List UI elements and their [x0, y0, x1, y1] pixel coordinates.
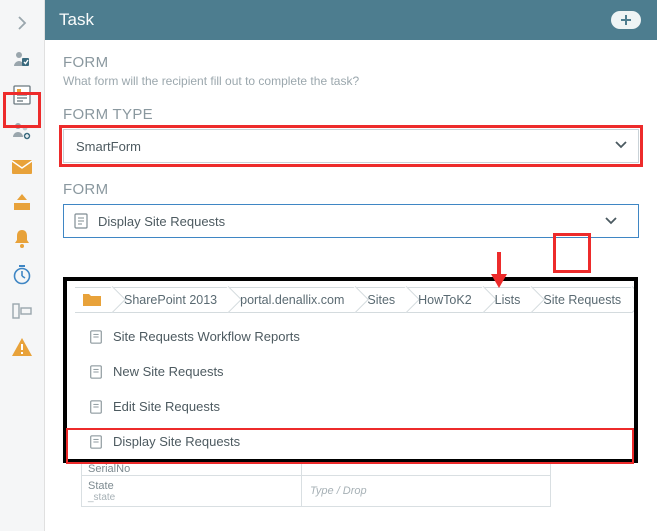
recipients-icon[interactable] [4, 114, 40, 148]
chevron-down-icon[interactable] [594, 204, 628, 238]
form-type-value: SmartForm [76, 139, 141, 154]
page-icon [89, 435, 103, 449]
timer-icon[interactable] [4, 258, 40, 292]
form-type-dropdown[interactable]: SmartForm [63, 129, 639, 163]
outbox-icon[interactable] [4, 186, 40, 220]
dropdown-item[interactable]: Site Requests Workflow Reports [67, 319, 634, 354]
page-icon [89, 400, 103, 414]
chevron-down-icon [614, 138, 628, 155]
add-button[interactable] [611, 11, 641, 29]
bell-icon[interactable] [4, 222, 40, 256]
collapse-icon[interactable] [4, 6, 40, 40]
form-dropdown-panel: SharePoint 2013 portal.denallix.com Site… [63, 277, 638, 463]
form-type-label: FORM TYPE [63, 106, 639, 123]
left-nav [0, 0, 45, 531]
table-row: State _state Type / Drop [81, 476, 551, 507]
page-icon [89, 330, 103, 344]
user-task-icon[interactable] [4, 42, 40, 76]
breadcrumb: SharePoint 2013 portal.denallix.com Site… [67, 281, 634, 319]
form-dropdown[interactable]: Display Site Requests [63, 204, 639, 238]
layout-icon[interactable] [4, 294, 40, 328]
form-label: FORM [63, 181, 639, 198]
section-form-sub: What form will the recipient fill out to… [63, 74, 639, 88]
dropdown-item[interactable]: New Site Requests [67, 354, 634, 389]
page-icon [89, 365, 103, 379]
panel-titlebar: Task [45, 0, 657, 40]
dropdown-item-display[interactable]: Display Site Requests [67, 424, 634, 459]
form-icon[interactable] [4, 78, 40, 112]
form-selected-value: Display Site Requests [98, 214, 594, 229]
background-table: SerialNo State _state Type / Drop [81, 460, 551, 507]
mail-icon[interactable] [4, 150, 40, 184]
section-form-label: FORM [63, 54, 639, 71]
folder-icon [83, 292, 101, 309]
form-small-icon [64, 213, 98, 229]
breadcrumb-item[interactable]: SharePoint 2013 [106, 287, 229, 313]
panel-title: Task [59, 10, 94, 30]
breadcrumb-item[interactable]: portal.denallix.com [222, 287, 356, 313]
dropdown-item[interactable]: Edit Site Requests [67, 389, 634, 424]
warning-icon[interactable] [4, 330, 40, 364]
